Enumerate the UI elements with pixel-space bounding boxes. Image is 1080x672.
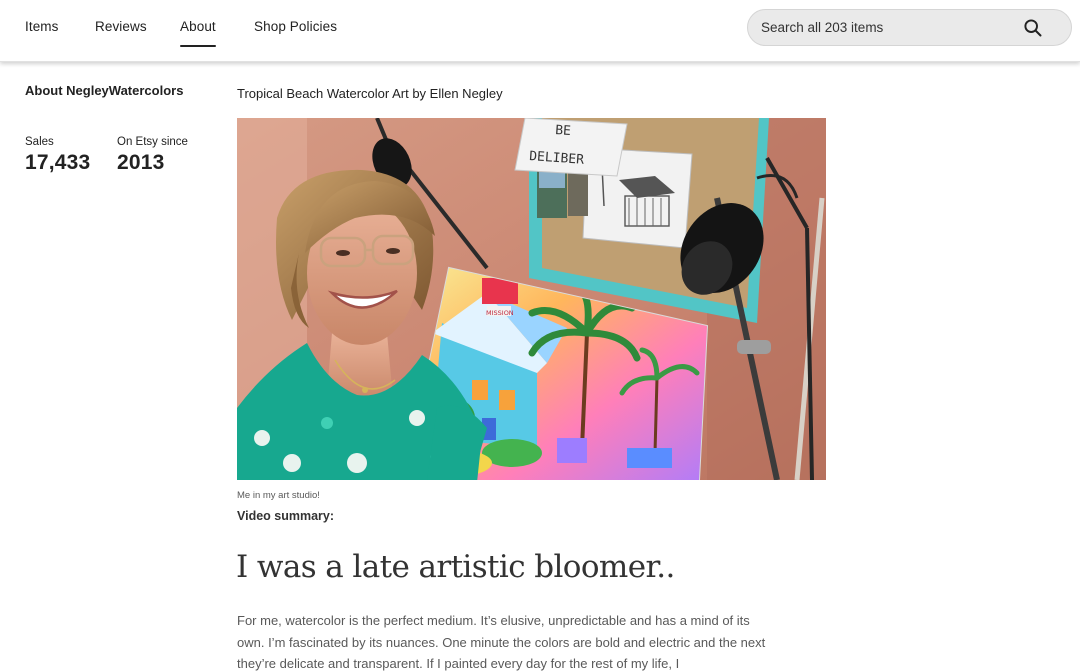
sales-stat: Sales 17,433 — [25, 136, 90, 175]
shop-search-box — [747, 9, 1072, 46]
shop-headline: Tropical Beach Watercolor Art by Ellen N… — [237, 86, 503, 101]
video-summary-label: Video summary: — [237, 509, 335, 523]
photo-caption: Me in my art studio! — [237, 490, 320, 501]
on-etsy-since-label: On Etsy since — [117, 136, 188, 148]
artist-studio-photo: BE DELIBER MISSION — [237, 118, 826, 480]
story-title: I was a late artistic bloomer.. — [236, 549, 675, 585]
tab-items[interactable]: Items — [25, 19, 59, 34]
story-body: For me, watercolor is the perfect medium… — [237, 613, 766, 671]
sales-value: 17,433 — [25, 151, 91, 174]
tab-about[interactable]: About — [180, 19, 216, 47]
shop-search-input[interactable] — [761, 10, 1011, 45]
tab-reviews[interactable]: Reviews — [95, 19, 147, 34]
shop-nav-bar: Items Reviews About Shop Policies — [0, 0, 1080, 62]
search-icon[interactable] — [1023, 18, 1043, 38]
canvas-sign-text: MISSION — [486, 309, 514, 317]
about-shop-heading: About NegleyWatercolors — [25, 83, 184, 98]
on-etsy-since-stat: On Etsy since 2013 — [117, 136, 188, 175]
tab-shop-policies[interactable]: Shop Policies — [254, 19, 337, 34]
sales-label: Sales — [25, 136, 54, 148]
on-etsy-since-value: 2013 — [117, 151, 165, 174]
note-text-line1: BE — [555, 123, 572, 139]
studio-photo-illustration: BE DELIBER MISSION — [237, 118, 826, 480]
